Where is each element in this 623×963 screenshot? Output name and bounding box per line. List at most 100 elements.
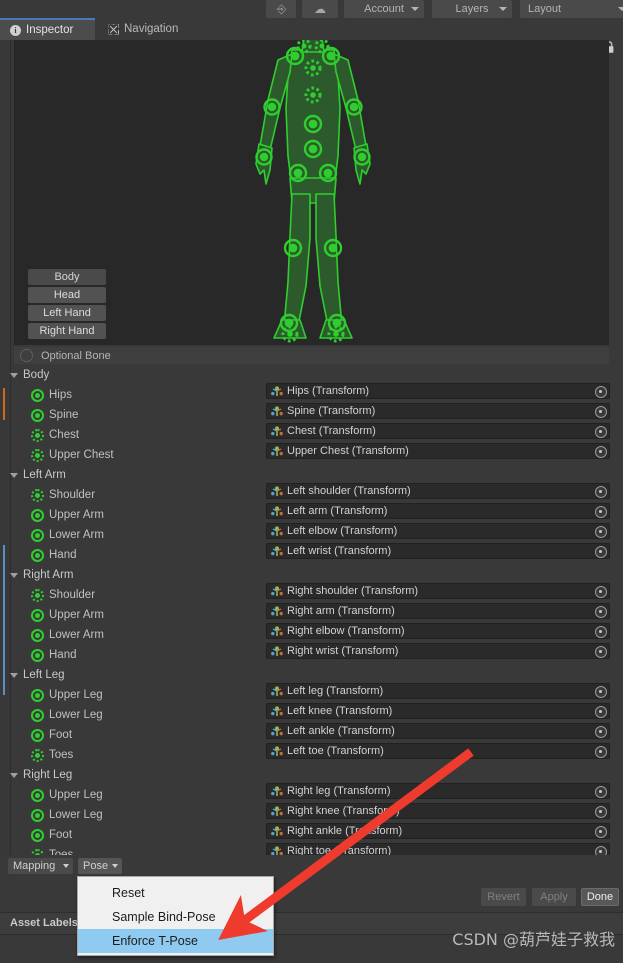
layout-dropdown[interactable]: Layout xyxy=(520,0,623,18)
caret-down-icon[interactable] xyxy=(10,372,18,378)
mapping-dropdown[interactable]: Mapping xyxy=(8,858,73,874)
revert-button[interactable]: Revert xyxy=(481,888,526,906)
pose-dropdown[interactable]: Pose xyxy=(78,858,122,874)
object-picker-icon[interactable] xyxy=(595,786,607,798)
bone-transform-field[interactable]: Left elbow (Transform) xyxy=(266,523,610,539)
bone-transform-field[interactable]: Left ankle (Transform) xyxy=(266,723,610,739)
object-picker-icon[interactable] xyxy=(595,726,607,738)
avatar-preview-panel[interactable]: Body Head Left Hand Right Hand xyxy=(14,40,609,345)
bone-row[interactable]: Lower Arm xyxy=(0,625,262,645)
bone-row[interactable]: Upper Chest xyxy=(0,445,262,465)
bone-transform-field[interactable]: Left leg (Transform) xyxy=(266,683,610,699)
bone-transform-field[interactable]: Left toe (Transform) xyxy=(266,743,610,759)
bone-optional-icon[interactable] xyxy=(31,588,44,602)
bone-optional-icon[interactable] xyxy=(31,428,44,442)
bone-transform-field[interactable]: Right arm (Transform) xyxy=(266,603,610,619)
object-picker-icon[interactable] xyxy=(595,546,607,558)
caret-down-icon[interactable] xyxy=(10,572,18,578)
bone-mapped-icon[interactable] xyxy=(31,828,44,842)
bone-mapped-icon[interactable] xyxy=(31,788,44,802)
bone-mapped-icon[interactable] xyxy=(31,548,44,562)
account-dropdown[interactable]: Account xyxy=(344,0,424,18)
bone-row[interactable]: Upper Leg xyxy=(0,785,262,805)
object-picker-icon[interactable] xyxy=(595,406,607,418)
object-picker-icon[interactable] xyxy=(595,646,607,658)
bone-transform-field[interactable]: Left shoulder (Transform) xyxy=(266,483,610,499)
object-picker-icon[interactable] xyxy=(595,426,607,438)
part-button-head[interactable]: Head xyxy=(28,287,106,303)
bone-row[interactable]: Toes xyxy=(0,745,262,765)
humanoid-avatar-diagram[interactable] xyxy=(248,40,378,343)
bone-transform-field[interactable]: Right ankle (Transform) xyxy=(266,823,610,839)
object-picker-icon[interactable] xyxy=(595,746,607,758)
bone-mapped-icon[interactable] xyxy=(31,628,44,642)
bone-mapped-icon[interactable] xyxy=(31,648,44,662)
bone-transform-field[interactable]: Right shoulder (Transform) xyxy=(266,583,610,599)
bone-group-header[interactable]: Body xyxy=(0,365,262,385)
bone-transform-field[interactable]: Left wrist (Transform) xyxy=(266,543,610,559)
bone-row[interactable]: Hips xyxy=(0,385,262,405)
object-picker-icon[interactable] xyxy=(595,806,607,818)
object-picker-icon[interactable] xyxy=(595,486,607,498)
bone-row[interactable]: Foot xyxy=(0,725,262,745)
bone-transform-field[interactable]: Spine (Transform) xyxy=(266,403,610,419)
bone-mapped-icon[interactable] xyxy=(31,688,44,702)
bone-transform-field[interactable]: Upper Chest (Transform) xyxy=(266,443,610,459)
bone-transform-field[interactable]: Chest (Transform) xyxy=(266,423,610,439)
bone-row[interactable]: Shoulder xyxy=(0,585,262,605)
bone-transform-field[interactable]: Right knee (Transform) xyxy=(266,803,610,819)
done-button[interactable]: Done xyxy=(581,888,619,906)
part-button-right-hand[interactable]: Right Hand xyxy=(28,323,106,339)
bone-row[interactable]: Chest xyxy=(0,425,262,445)
part-button-body[interactable]: Body xyxy=(28,269,106,285)
menu-item-sample-bind-pose[interactable]: Sample Bind-Pose xyxy=(78,905,273,929)
caret-down-icon[interactable] xyxy=(10,672,18,678)
bone-row[interactable]: Lower Leg xyxy=(0,705,262,725)
bone-row[interactable]: Hand xyxy=(0,645,262,665)
bone-optional-icon[interactable] xyxy=(31,448,44,462)
bone-mapped-icon[interactable] xyxy=(31,528,44,542)
object-picker-icon[interactable] xyxy=(595,446,607,458)
bone-row[interactable]: Upper Arm xyxy=(0,505,262,525)
object-picker-icon[interactable] xyxy=(595,706,607,718)
caret-down-icon[interactable] xyxy=(10,772,18,778)
apply-button[interactable]: Apply xyxy=(532,888,576,906)
bone-mapped-icon[interactable] xyxy=(31,388,44,402)
bone-row[interactable]: Lower Leg xyxy=(0,805,262,825)
bone-mapped-icon[interactable] xyxy=(31,808,44,822)
object-picker-icon[interactable] xyxy=(595,826,607,838)
menu-item-reset[interactable]: Reset xyxy=(78,881,273,905)
caret-down-icon[interactable] xyxy=(10,472,18,478)
bone-transform-field[interactable]: Right wrist (Transform) xyxy=(266,643,610,659)
object-picker-icon[interactable] xyxy=(595,586,607,598)
object-picker-icon[interactable] xyxy=(595,626,607,638)
bone-row[interactable]: Upper Arm xyxy=(0,605,262,625)
bone-transform-field[interactable]: Left arm (Transform) xyxy=(266,503,610,519)
bone-row[interactable]: Spine xyxy=(0,405,262,425)
part-button-left-hand[interactable]: Left Hand xyxy=(28,305,106,321)
bone-row[interactable]: Hand xyxy=(0,545,262,565)
bone-row[interactable]: Lower Arm xyxy=(0,525,262,545)
bone-mapped-icon[interactable] xyxy=(31,408,44,422)
bone-transform-field[interactable]: Left knee (Transform) xyxy=(266,703,610,719)
bone-transform-field[interactable]: Right elbow (Transform) xyxy=(266,623,610,639)
tab-navigation[interactable]: Navigation xyxy=(98,18,208,40)
bone-row[interactable]: Upper Leg xyxy=(0,685,262,705)
bone-transform-field[interactable]: Right leg (Transform) xyxy=(266,783,610,799)
bone-optional-icon[interactable] xyxy=(31,488,44,502)
object-picker-icon[interactable] xyxy=(595,686,607,698)
layers-dropdown[interactable]: Layers xyxy=(432,0,512,18)
object-picker-icon[interactable] xyxy=(595,606,607,618)
bone-optional-icon[interactable] xyxy=(31,748,44,762)
object-picker-icon[interactable] xyxy=(595,386,607,398)
bone-group-header[interactable]: Right Arm xyxy=(0,565,262,585)
bone-row[interactable]: Shoulder xyxy=(0,485,262,505)
cloud-button[interactable]: ☁ xyxy=(302,0,338,18)
bone-mapped-icon[interactable] xyxy=(31,728,44,742)
tab-inspector[interactable]: i Inspector xyxy=(0,18,95,40)
menu-item-enforce-t-pose[interactable]: Enforce T-Pose xyxy=(78,929,273,953)
bone-row[interactable]: Foot xyxy=(0,825,262,845)
bone-mapped-icon[interactable] xyxy=(31,508,44,522)
collab-icon-button[interactable]: ⎆ xyxy=(266,0,296,18)
object-picker-icon[interactable] xyxy=(595,506,607,518)
